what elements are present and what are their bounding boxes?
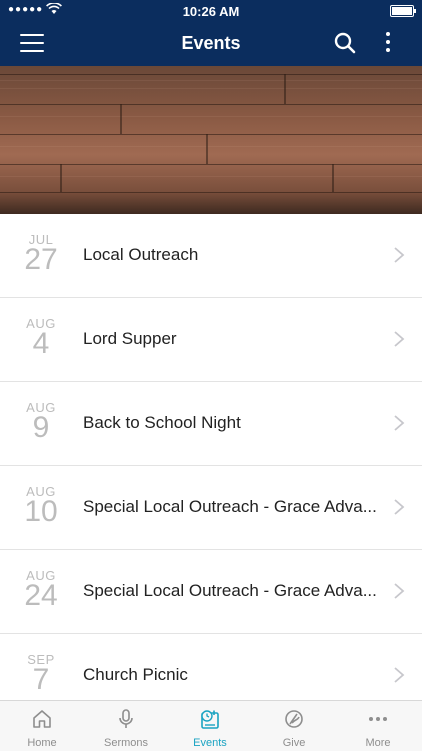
- chevron-right-icon: [394, 667, 405, 683]
- tab-more[interactable]: More: [336, 701, 420, 751]
- chevron-right-icon: [394, 415, 405, 431]
- search-button[interactable]: [334, 32, 356, 54]
- more-icon: [369, 717, 387, 721]
- event-title: Lord Supper: [83, 329, 177, 348]
- search-icon: [334, 32, 356, 54]
- event-row-local-outreach[interactable]: JUL 27 Local Outreach: [0, 214, 422, 298]
- chevron-right-icon: [394, 499, 405, 515]
- page-title: Events: [181, 33, 241, 53]
- give-icon: [285, 710, 303, 728]
- tab-bar: Home Sermons Events Give More: [0, 700, 422, 751]
- tab-sermons[interactable]: Sermons: [84, 701, 168, 751]
- calendar-icon: [201, 710, 219, 729]
- battery-icon: [390, 5, 416, 17]
- event-row-special-outreach-2[interactable]: AUG 24 Special Local Outreach - Grace Ad…: [0, 550, 422, 634]
- event-day: 27: [24, 243, 58, 276]
- event-day: 7: [32, 663, 50, 696]
- event-date: JUL 27: [14, 232, 68, 275]
- tab-label: Events: [193, 737, 227, 749]
- tab-label: Sermons: [103, 737, 149, 749]
- event-date: SEP 7: [14, 652, 68, 695]
- event-row-lord-supper[interactable]: AUG 4 Lord Supper: [0, 298, 422, 382]
- tab-home[interactable]: Home: [0, 701, 84, 751]
- microphone-icon: [119, 709, 133, 728]
- tab-events[interactable]: Events: [168, 701, 252, 751]
- event-day: 9: [32, 411, 50, 444]
- chevron-right-icon: [394, 331, 405, 347]
- chevron-right-icon: [394, 583, 405, 599]
- events-list: JUL 27 Local Outreach AUG 4 Lord Supper …: [0, 214, 422, 718]
- event-date: AUG 24: [14, 568, 68, 611]
- event-title: Special Local Outreach - Grace Adva...: [83, 497, 377, 516]
- header-image: [0, 66, 422, 214]
- event-title: Back to School Night: [83, 413, 241, 432]
- event-row-special-outreach-1[interactable]: AUG 10 Special Local Outreach - Grace Ad…: [0, 466, 422, 550]
- event-title: Church Picnic: [83, 665, 188, 684]
- chevron-right-icon: [394, 247, 405, 263]
- event-row-back-to-school[interactable]: AUG 9 Back to School Night: [0, 382, 422, 466]
- tab-label: Home: [27, 737, 57, 749]
- event-day: 4: [32, 327, 50, 360]
- status-time: 10:26 AM: [182, 4, 240, 19]
- nav-bar: Events: [0, 22, 422, 66]
- tab-label: More: [365, 737, 391, 749]
- tab-label: Give: [282, 737, 306, 749]
- event-day: 24: [24, 579, 58, 612]
- event-date: AUG 4: [14, 316, 68, 359]
- event-date: AUG 10: [14, 484, 68, 527]
- event-title: Special Local Outreach - Grace Adva...: [83, 581, 377, 600]
- more-options-button[interactable]: [382, 32, 394, 56]
- kebab-icon: [386, 32, 390, 36]
- event-title: Local Outreach: [83, 245, 199, 264]
- home-icon: [33, 710, 51, 728]
- event-day: 10: [24, 495, 58, 528]
- event-date: AUG 9: [14, 400, 68, 443]
- tab-give[interactable]: Give: [252, 701, 336, 751]
- status-bar: ●●●●● 10:26 AM: [0, 0, 422, 22]
